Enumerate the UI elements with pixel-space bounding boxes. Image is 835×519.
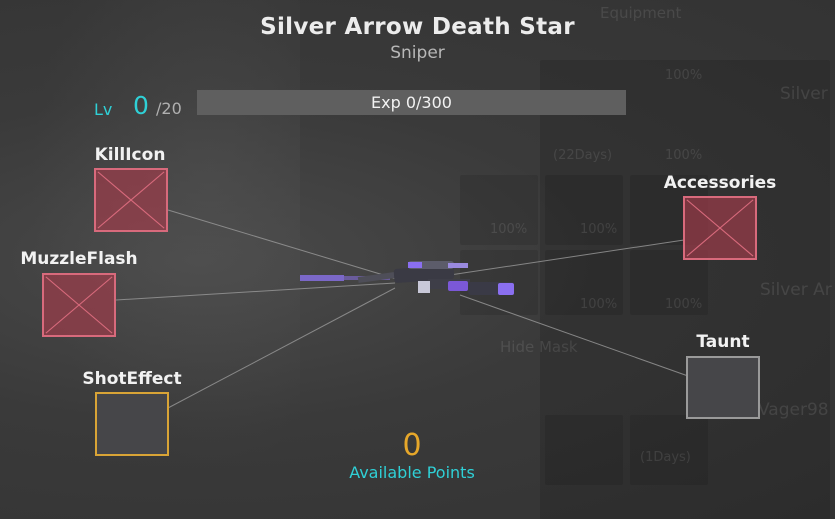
kill-icon-slot[interactable]	[94, 168, 168, 232]
kill-icon-slot-label: KillIcon	[94, 145, 166, 165]
accessories-slot-label: Accessories	[663, 173, 777, 193]
level-label: Lv	[94, 100, 113, 119]
cross-placeholder-icon	[97, 171, 165, 229]
muzzle-flash-slot-label: MuzzleFlash	[20, 249, 138, 269]
weapon-title: Silver Arrow Death Star	[260, 14, 575, 40]
shot-effect-slot[interactable]	[95, 392, 169, 456]
available-points-value: 0	[402, 428, 422, 463]
level-value: 0	[133, 91, 149, 120]
level-max: /20	[156, 99, 182, 118]
muzzle-flash-slot[interactable]	[42, 273, 116, 337]
experience-text: Exp 0/300	[371, 93, 452, 112]
cross-placeholder-icon	[686, 199, 754, 257]
available-points-label: Available Points	[349, 463, 475, 482]
sniper-rifle-icon	[300, 261, 514, 295]
taunt-slot[interactable]	[686, 356, 760, 419]
taunt-slot-label: Taunt	[696, 332, 750, 352]
shot-effect-slot-label: ShotEffect	[82, 369, 182, 389]
cross-placeholder-icon	[45, 276, 113, 334]
experience-bar: Exp 0/300	[197, 90, 626, 115]
accessories-slot[interactable]	[683, 196, 757, 260]
weapon-class: Sniper	[390, 43, 445, 63]
